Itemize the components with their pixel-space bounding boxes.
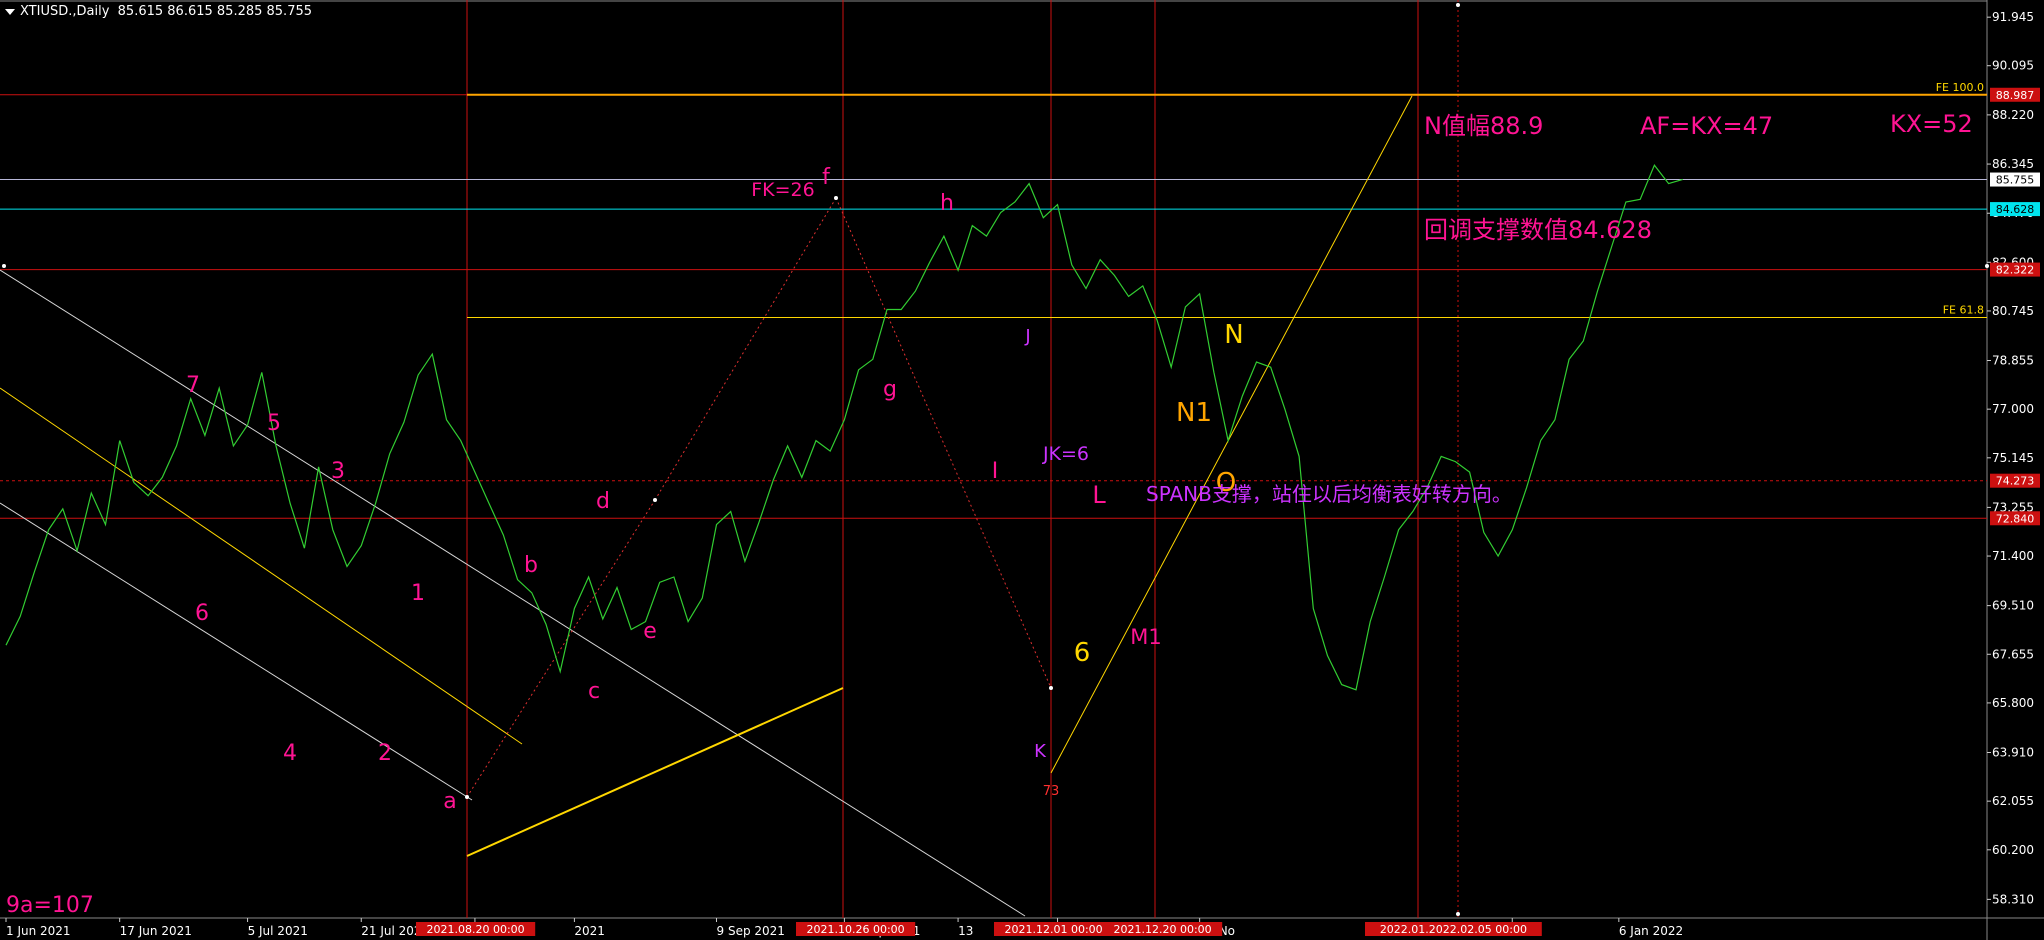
wave-label: 7 [186, 373, 200, 398]
price-label-text: 88.987 [1996, 89, 2035, 102]
wave-label: 5 [267, 411, 281, 436]
wave-label: 2 [378, 741, 392, 766]
wave-label: 3 [331, 459, 345, 484]
y-tick-label: 65.800 [1992, 696, 2034, 710]
fe-level-label: FE 100.0 [1936, 81, 1984, 94]
wave-dotted-line [654, 197, 837, 501]
uptrend-line [1050, 95, 1413, 774]
wave-label: g [883, 377, 897, 402]
y-tick-label: 78.855 [1992, 354, 2034, 368]
pivot-point [1049, 686, 1053, 690]
y-tick-label: 62.055 [1992, 794, 2034, 808]
wave-label: JK=6 [1042, 443, 1089, 465]
price-label-text: 84.628 [1996, 203, 2035, 216]
chart-annotation: SPANB支撑，站住以后均衡表好转方向。 [1146, 482, 1512, 506]
pivot-point [1985, 264, 1989, 268]
wave-label: 6 [195, 601, 209, 626]
y-tick-label: 60.200 [1992, 843, 2034, 857]
fe-level-label: FE 61.8 [1943, 303, 1984, 316]
chart-annotation: AF=KX=47 [1640, 112, 1773, 140]
y-tick-label: 86.345 [1992, 157, 2034, 171]
wave-label: 6 [1074, 638, 1091, 668]
wave-label: K [1034, 741, 1047, 762]
price-label-text: 82.322 [1996, 264, 2035, 277]
pivot-point [1456, 912, 1460, 916]
y-tick-label: 71.400 [1992, 549, 2034, 563]
wave-label: 4 [283, 741, 297, 766]
y-tick-label: 90.095 [1992, 59, 2034, 73]
pivot-point [465, 795, 469, 799]
y-tick-label: 80.745 [1992, 304, 2034, 318]
y-tick-label: 75.145 [1992, 451, 2034, 465]
x-tick-label: 17 Jun 2021 [120, 924, 192, 938]
wave-label: L [1092, 481, 1106, 509]
wave-label: h [940, 191, 954, 216]
y-tick-label: 88.220 [1992, 108, 2034, 122]
chart-annotation: N值幅88.9 [1424, 112, 1543, 140]
wave-dotted-line [466, 499, 656, 798]
y-tick-label: 69.510 [1992, 599, 2034, 613]
wave-dotted-line [835, 197, 1052, 689]
wave-label: c [588, 679, 600, 704]
x-tick-label: 1 Jun 2021 [6, 924, 71, 938]
date-marker-text: 2021.10.26 00:00 [807, 923, 905, 936]
wave-label: f [822, 165, 831, 190]
wave-label: N1 [1176, 398, 1212, 428]
pivot-point [2, 264, 6, 268]
y-tick-label: 63.910 [1992, 745, 2034, 759]
wave-label: 1 [411, 581, 425, 606]
chart-annotation: KX=52 [1890, 110, 1973, 138]
x-tick-label: 13 [958, 924, 973, 938]
wave-label: b [524, 553, 538, 578]
wave-label: a [443, 789, 456, 814]
y-tick-label: 91.945 [1992, 10, 2034, 24]
wave-label: J [1024, 326, 1030, 347]
x-tick-label: 5 Jul 2021 [248, 924, 308, 938]
date-marker-text: 2021.12.20 00:00 [1114, 923, 1212, 936]
date-marker-text: 2022.01.2022.02.05 00:00 [1380, 923, 1527, 936]
price-label-text: 74.273 [1996, 475, 2035, 488]
chart-annotation: 回调支撑数值84.628 [1424, 216, 1652, 244]
wave-label: e [643, 619, 657, 644]
y-tick-label: 77.000 [1992, 402, 2034, 416]
chart-annotation: 9a=107 [6, 893, 94, 918]
pivot-point [834, 196, 838, 200]
support-trendline [466, 687, 844, 857]
x-tick-label: 9 Sep 2021 [717, 924, 785, 938]
x-tick-label: 6 Jan 2022 [1619, 924, 1683, 938]
wave-label: N [1224, 320, 1243, 350]
price-label-text: 85.755 [1996, 174, 2035, 187]
date-marker-text: 2021.08.20 00:00 [427, 923, 525, 936]
wave-label: 73 [1043, 784, 1060, 799]
channel-mid-line [0, 387, 523, 745]
y-tick-label: 67.655 [1992, 647, 2034, 661]
wave-label: FK=26 [751, 179, 815, 201]
channel-lower-line [0, 502, 473, 801]
price-label-text: 72.840 [1996, 512, 2035, 525]
channel-upper-line [0, 269, 1026, 917]
pivot-point [1456, 3, 1460, 7]
pivot-point [653, 498, 657, 502]
wave-label: M1 [1130, 625, 1161, 649]
wave-label: d [596, 489, 610, 514]
price-chart[interactable]: 91.94590.09588.22086.34584.47082.60080.7… [0, 0, 2044, 940]
date-marker-text: 2021.12.01 00:00 [1005, 923, 1103, 936]
y-tick-label: 58.310 [1992, 892, 2034, 906]
x-tick-label: 2021 [574, 924, 605, 938]
wave-label: I [992, 459, 999, 484]
